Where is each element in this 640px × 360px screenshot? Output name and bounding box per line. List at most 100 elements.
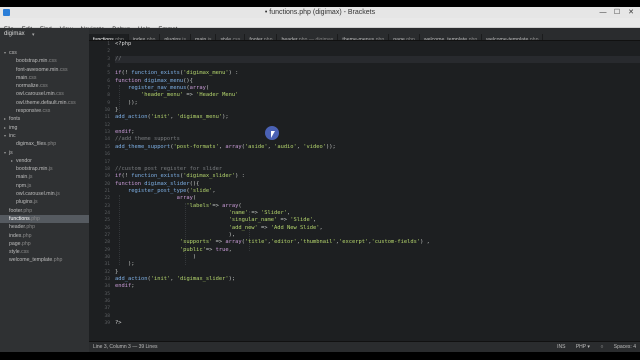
file-tree-item[interactable]: main.js [0, 173, 89, 181]
file-tree-item[interactable]: owl.carousel.min.js [0, 190, 89, 198]
minimize-button[interactable]: — [596, 7, 610, 18]
code-line[interactable] [115, 151, 640, 158]
code-token: //custom post register for slider [115, 165, 223, 172]
code-line[interactable]: <?php [115, 41, 640, 48]
code-line[interactable] [115, 63, 640, 70]
folder-tree-item[interactable]: ▸ vendor [0, 157, 89, 165]
code-token: 'add_new' [228, 224, 258, 231]
code-line[interactable]: 'add_new' => 'Add New Slide', [115, 225, 640, 232]
cursor-position[interactable]: Line 3, Column 3 — 39 Lines [93, 342, 157, 352]
tab-index[interactable]: index.php [129, 34, 161, 40]
code-line[interactable]: ) [115, 254, 640, 261]
code-line[interactable]: register_nav_menus(array( [115, 85, 640, 92]
folder-tree-item[interactable]: ▸ fonts [0, 115, 89, 123]
code-line[interactable]: array( [115, 195, 640, 202]
file-tree-item[interactable]: font-awesome.min.css [0, 66, 89, 74]
code-token: 'init' [150, 114, 171, 121]
line-number: 28 [104, 240, 110, 246]
window-title: • functions.php (digimax) - Brackets [264, 9, 376, 16]
folder-tree-item[interactable]: ▾ js [0, 149, 89, 157]
code-line[interactable]: //add theme supports [115, 136, 640, 143]
lint-status-icon[interactable]: ○ [600, 344, 603, 350]
file-tree-item[interactable]: normalize.css [0, 82, 89, 90]
file-tree-item[interactable]: index.php [0, 232, 89, 240]
code-line[interactable]: ), [115, 232, 640, 239]
code-line[interactable] [115, 122, 640, 129]
code-line[interactable]: 'supports' => array('title','editor','th… [115, 239, 640, 246]
code-line[interactable]: 'header_menu' => 'Header Menu' [115, 92, 640, 99]
code-line[interactable]: endif; [115, 129, 640, 136]
file-tree-item[interactable]: style.css [0, 248, 89, 256]
code-line[interactable]: 'public'=> true, [115, 247, 640, 254]
tab-welcome-template[interactable]: welcome_template.php [420, 34, 483, 40]
file-tree-item[interactable]: page.php [0, 240, 89, 248]
file-tree-item[interactable]: owl.theme.default.min.css [0, 99, 89, 107]
folder-tree-item[interactable]: ▾ inc [0, 132, 89, 140]
language-selector[interactable]: PHP ▾ [576, 344, 590, 350]
code-line[interactable]: function digimax_slider(){ [115, 181, 640, 188]
file-tree-item[interactable]: npm.js [0, 182, 89, 190]
code-line[interactable]: ); [115, 261, 640, 268]
file-tree-item[interactable]: main.css [0, 74, 89, 82]
file-tree-item[interactable]: plugins.js [0, 198, 89, 206]
maximize-button[interactable]: ☐ [610, 7, 624, 18]
code-line[interactable]: 'name' => 'Slider', [115, 210, 640, 217]
file-tree-item[interactable]: bootstrap.min.js [0, 165, 89, 173]
tab-footer[interactable]: footer.php [245, 34, 278, 40]
folder-tree-item[interactable]: ▸ img [0, 124, 89, 132]
code-token: ; [131, 129, 135, 136]
code-line[interactable]: } [115, 107, 640, 114]
file-tree-item[interactable]: digimax_files.php [0, 140, 89, 148]
code-editor[interactable]: 1 2 3 4 5 6 7 8 9 10 11 12 13 14 15 16 17 18 19 20 21 22 23 24 2… [89, 41, 640, 341]
project-name[interactable]: digimax [4, 31, 25, 37]
tab-main[interactable]: main.js [191, 34, 217, 40]
folder-tree-item[interactable]: ▾ css [0, 49, 89, 57]
tab-header[interactable]: header.php — digimax [277, 34, 339, 40]
code-line[interactable]: register_post_type('slide', [115, 188, 640, 195]
code-line[interactable]: // [115, 55, 640, 64]
tab-welcome-template[interactable]: welcome-template.php [482, 34, 544, 40]
code-line[interactable]: add_action('init', 'digimax_menu'); [115, 114, 640, 121]
code-token: array [222, 202, 239, 209]
code-line[interactable]: //custom post register for slider [115, 166, 640, 173]
tab-functions[interactable]: functions.php [89, 34, 129, 40]
code-area[interactable]: <?php // if(! function_exists('digimax_men… [115, 41, 640, 327]
tab-plugins[interactable]: plugins.js [160, 34, 192, 40]
file-tree-item[interactable]: responsive.css [0, 107, 89, 115]
indentation-setting[interactable]: Spaces: 4 [614, 344, 636, 350]
code-line[interactable] [115, 48, 640, 55]
file-tree-item[interactable]: functions.php [0, 214, 89, 224]
file-tree-item[interactable]: footer.php [0, 207, 89, 215]
close-button[interactable]: ✕ [624, 7, 638, 18]
code-line[interactable]: ?> [115, 320, 640, 327]
code-line[interactable]: 'labels'=> array( [115, 203, 640, 210]
code-line[interactable]: add_action('init', 'digimax_slider'); [115, 276, 640, 283]
code-line[interactable]: } [115, 269, 640, 276]
code-line[interactable] [115, 305, 640, 312]
code-line[interactable]: if(! function_exists('digimax_menu') : [115, 70, 640, 77]
code-line[interactable] [115, 298, 640, 305]
code-line[interactable] [115, 159, 640, 166]
code-line[interactable]: )); [115, 100, 640, 107]
code-line[interactable]: function digimax_menu(){ [115, 78, 640, 85]
code-token: , [287, 209, 291, 216]
code-line[interactable]: if(! function_exists('digimax_slider') : [115, 173, 640, 180]
file-tree-item[interactable]: bootstrap.min.css [0, 57, 89, 65]
code-line[interactable]: 'singular_name' => 'Slide', [115, 217, 640, 224]
mouse-pointer-icon [271, 131, 275, 138]
file-tree-item[interactable]: owl.carousel.min.css [0, 90, 89, 98]
tab-page[interactable]: page.php [389, 34, 420, 40]
line-number: 32 [104, 269, 110, 275]
insert-mode-toggle[interactable]: INS [557, 344, 565, 350]
line-number: 1 [107, 42, 110, 47]
code-token: , [228, 246, 232, 253]
code-line[interactable] [115, 291, 640, 298]
tab-theme-menus[interactable]: theme-menus.php [338, 34, 390, 40]
code-line[interactable]: add_theme_support('post-formats', array(… [115, 144, 640, 151]
tab-style[interactable]: style.css [216, 34, 246, 40]
file-tree-item[interactable]: header.php [0, 223, 89, 231]
code-line[interactable] [115, 313, 640, 320]
file-tree-item[interactable]: welcome_template.php [0, 256, 89, 264]
code-line[interactable]: endif; [115, 283, 640, 290]
project-dropdown-icon[interactable]: ▾ [32, 32, 35, 38]
